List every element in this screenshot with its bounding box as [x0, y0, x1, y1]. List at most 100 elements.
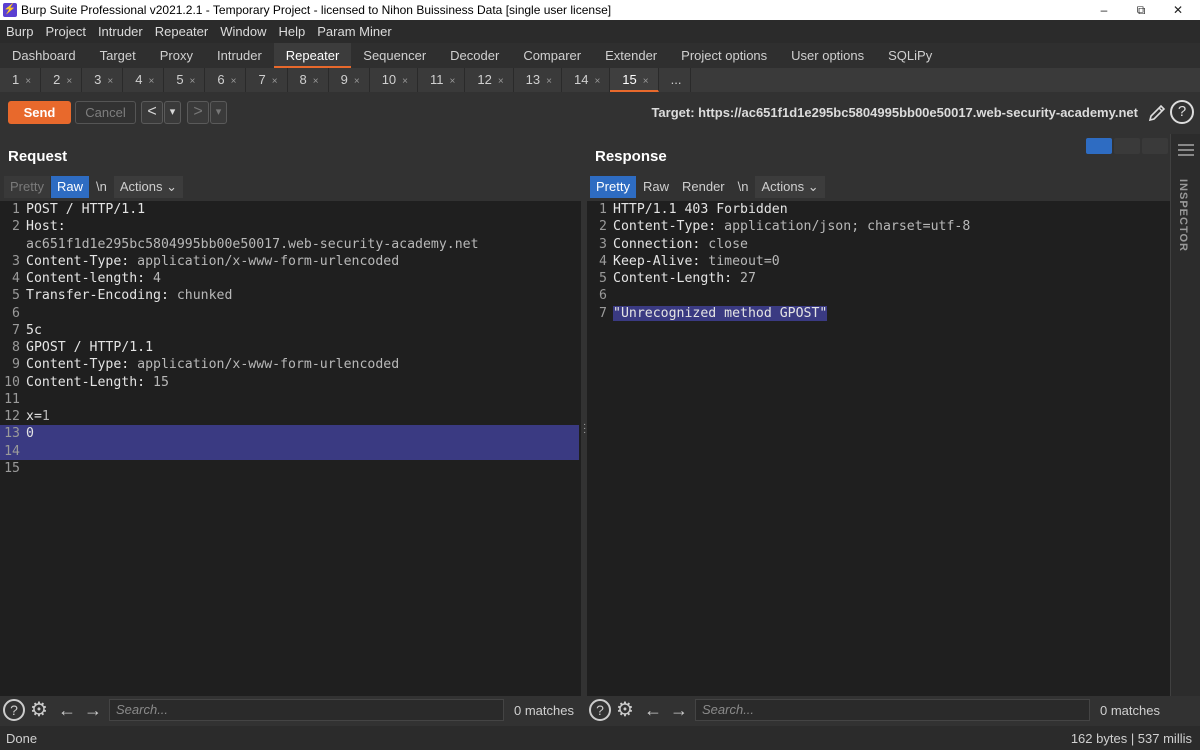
next-match-icon[interactable]: →: [668, 699, 690, 721]
close-tab-icon[interactable]: ×: [354, 76, 360, 87]
previous-match-icon[interactable]: ←: [56, 699, 78, 721]
repeater-tab-13[interactable]: 13 ×: [514, 68, 562, 92]
repeater-tab-1[interactable]: 1 ×: [0, 68, 42, 92]
tab-comparer[interactable]: Comparer: [511, 43, 593, 68]
close-tab-icon[interactable]: ×: [231, 76, 237, 87]
back-button[interactable]: <: [141, 101, 163, 124]
close-tab-icon[interactable]: ×: [546, 76, 552, 87]
menu-project[interactable]: Project: [39, 24, 91, 39]
repeater-tab-15[interactable]: 15 ×: [610, 68, 659, 92]
close-tab-icon[interactable]: ×: [594, 76, 600, 87]
repeater-tab-8[interactable]: 8 ×: [288, 68, 329, 92]
line-number: 3: [12, 253, 20, 269]
response-render-tab[interactable]: Render: [676, 176, 731, 198]
send-button[interactable]: Send: [8, 101, 71, 124]
repeater-tab-4[interactable]: 4 ×: [123, 68, 165, 92]
edit-target-pencil-icon[interactable]: [1146, 102, 1168, 124]
response-editor[interactable]: 1 HTTP/1.1 403 Forbidden 2 Content-Type: ap…: [587, 201, 1170, 696]
close-tab-icon[interactable]: ×: [190, 76, 196, 87]
repeater-tab-12[interactable]: 12 ×: [465, 68, 514, 92]
inspector-menu-icon[interactable]: [1178, 144, 1194, 156]
repeater-tab-5[interactable]: 5 ×: [164, 68, 206, 92]
help-icon[interactable]: ?: [589, 699, 611, 721]
repeater-tab-label: 2: [53, 72, 61, 87]
repeater-tab-more[interactable]: ...: [659, 68, 692, 92]
forward-history-dropdown[interactable]: ▾: [210, 101, 227, 124]
repeater-tab-11[interactable]: 11 ×: [418, 68, 466, 92]
menu-repeater[interactable]: Repeater: [149, 24, 214, 39]
next-match-icon[interactable]: →: [82, 699, 104, 721]
request-editor[interactable]: 1 POST / HTTP/1.1 2 Host: ac651f1d1e295bc580…: [0, 201, 581, 696]
close-tab-icon[interactable]: ×: [313, 76, 319, 87]
repeater-tab-9[interactable]: 9 ×: [329, 68, 370, 92]
help-icon[interactable]: ?: [3, 699, 25, 721]
layout-side-by-side-icon[interactable]: [1086, 138, 1112, 154]
tab-user-options[interactable]: User options: [779, 43, 876, 68]
tab-dashboard[interactable]: Dashboard: [0, 43, 88, 68]
close-tab-icon[interactable]: ×: [107, 76, 113, 87]
request-line: 4 Content-length: 4: [0, 270, 581, 287]
repeater-tab-6[interactable]: 6 ×: [205, 68, 247, 92]
layout-tabs-icon[interactable]: [1142, 138, 1168, 154]
request-line: 10 Content-Length: 15: [0, 374, 581, 391]
repeater-tab-14[interactable]: 14 ×: [562, 68, 611, 92]
gear-icon[interactable]: ⚙: [613, 698, 637, 722]
close-tab-icon[interactable]: ×: [25, 76, 31, 87]
close-tab-icon[interactable]: ×: [643, 76, 649, 87]
repeater-tab-7[interactable]: 7 ×: [246, 68, 288, 92]
request-raw-tab[interactable]: Raw: [50, 176, 89, 198]
tab-project-options[interactable]: Project options: [669, 43, 779, 68]
gear-icon[interactable]: ⚙: [27, 698, 51, 722]
restore-button[interactable]: ⧉: [1123, 0, 1159, 20]
tab-proxy[interactable]: Proxy: [148, 43, 205, 68]
line-value: timeout=0: [700, 253, 780, 269]
close-tab-icon[interactable]: ×: [498, 76, 504, 87]
tab-sqlipy[interactable]: SQLiPy: [876, 43, 944, 68]
layout-stacked-icon[interactable]: [1114, 138, 1140, 154]
line-value: 27: [732, 271, 756, 286]
request-actions-menu[interactable]: Actions ⌄: [113, 176, 183, 198]
close-window-button[interactable]: ✕: [1160, 0, 1196, 20]
response-actions-menu[interactable]: Actions ⌄: [755, 176, 825, 198]
response-newline-toggle[interactable]: \n: [732, 176, 755, 198]
tab-decoder[interactable]: Decoder: [438, 43, 511, 68]
response-search-input[interactable]: Search...: [695, 699, 1090, 721]
close-tab-icon[interactable]: ×: [402, 76, 408, 87]
menu-intruder[interactable]: Intruder: [92, 24, 149, 39]
tab-repeater[interactable]: Repeater: [273, 43, 352, 68]
tab-sequencer[interactable]: Sequencer: [351, 43, 438, 68]
tab-target[interactable]: Target: [88, 43, 148, 68]
close-tab-icon[interactable]: ×: [272, 76, 278, 87]
request-pretty-tab[interactable]: Pretty: [4, 176, 50, 198]
menu-bar: Burp Project Intruder Repeater Window He…: [0, 20, 1200, 43]
menu-window[interactable]: Window: [214, 24, 272, 39]
request-search-input[interactable]: Search...: [109, 699, 504, 721]
repeater-tab-10[interactable]: 10 ×: [370, 68, 419, 92]
menu-param-miner[interactable]: Param Miner: [311, 24, 397, 39]
cancel-button[interactable]: Cancel: [75, 101, 136, 124]
repeater-tab-2[interactable]: 2 ×: [41, 68, 83, 92]
line-number: 10: [4, 374, 20, 390]
back-history-dropdown[interactable]: ▾: [164, 101, 181, 124]
forward-button[interactable]: >: [187, 101, 209, 124]
response-view-modes: Pretty Raw Render \n Actions ⌄: [590, 176, 826, 198]
response-line: 5 Content-Length: 27: [587, 270, 1170, 287]
line-text: Content-Type:: [26, 357, 130, 373]
menu-help[interactable]: Help: [272, 24, 311, 39]
response-pretty-tab[interactable]: Pretty: [590, 176, 636, 198]
inspector-panel[interactable]: INSPECTOR: [1170, 134, 1200, 696]
close-tab-icon[interactable]: ×: [148, 76, 154, 87]
close-tab-icon[interactable]: ×: [66, 76, 72, 87]
repeater-tab-3[interactable]: 3 ×: [82, 68, 124, 92]
request-line: 11: [0, 391, 581, 408]
response-raw-tab[interactable]: Raw: [637, 176, 675, 198]
previous-match-icon[interactable]: ←: [642, 699, 664, 721]
close-tab-icon[interactable]: ×: [450, 76, 456, 87]
request-newline-toggle[interactable]: \n: [90, 176, 113, 198]
minimize-button[interactable]: –: [1086, 0, 1122, 20]
menu-burp[interactable]: Burp: [0, 24, 39, 39]
tab-extender[interactable]: Extender: [593, 43, 669, 68]
tab-intruder[interactable]: Intruder: [205, 43, 274, 68]
help-button[interactable]: ?: [1170, 100, 1194, 124]
repeater-tab-label: 15: [622, 72, 637, 87]
